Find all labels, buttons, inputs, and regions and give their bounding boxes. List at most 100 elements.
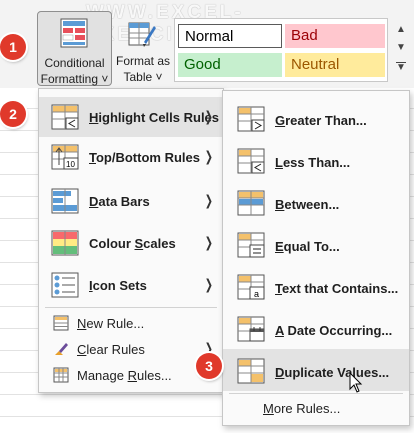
icon-sets-icon — [51, 272, 79, 298]
menu-label: Clear Rules — [77, 342, 145, 357]
menu-item-clear-rules[interactable]: Clear Rules ❯ — [39, 337, 223, 361]
label-rest: ess Than... — [282, 155, 351, 170]
format-as-table-label-2: Table ˅ — [123, 70, 163, 84]
label-rest: con Sets — [92, 278, 147, 293]
highlight-cells-rules-submenu: Greater Than... Less Than... Between... — [222, 90, 410, 426]
format-as-table-icon — [128, 22, 156, 47]
menu-label: A Date Occurring... — [275, 323, 392, 338]
mouse-pointer-icon — [349, 372, 363, 393]
mnemonic: G — [275, 113, 286, 128]
conditional-formatting-button[interactable]: Conditional Formatting ˅ — [37, 11, 112, 86]
menu-label: Greater Than... — [275, 113, 367, 128]
label-rest: ew Rule... — [86, 316, 145, 331]
menu-label: Colour Scales — [89, 236, 176, 251]
label-rest: ext that Contains... — [281, 281, 399, 296]
mnemonic: N — [77, 316, 87, 331]
menu-item-top-bottom-rules[interactable]: 10 Top/Bottom Rules ❯ — [39, 137, 223, 177]
label-rest: uplicate Values... — [284, 365, 390, 380]
text-contains-icon: a — [237, 274, 265, 300]
menu-label: Data Bars — [89, 194, 150, 209]
chevron-up-icon[interactable]: ▲ — [396, 24, 406, 38]
menu-label: Top/Bottom Rules — [89, 150, 200, 165]
label-rest: ules... — [136, 368, 172, 383]
chevron-down-icon[interactable]: ▼ — [396, 42, 406, 56]
label-rest: lear Rules — [86, 342, 145, 357]
conditional-formatting-menu: Highlight Cells Rules ❯ 10 Top/Bottom Ru… — [38, 88, 224, 393]
label-rest: Date Occurring... — [283, 323, 393, 338]
format-as-table-label: Format as — [115, 54, 170, 68]
submenu-item-duplicate-values[interactable]: Duplicate Values... — [223, 349, 409, 391]
menu-label: Icon Sets — [89, 278, 147, 293]
mnemonic: A — [275, 323, 284, 338]
label-rest: qual To... — [283, 239, 340, 254]
menu-item-icon-sets[interactable]: Icon Sets ❯ — [39, 265, 223, 305]
top-bottom-icon: 10 — [51, 144, 79, 170]
menu-item-colour-scales[interactable]: Colour Scales ❯ — [39, 223, 223, 263]
label-rest: reater Than... — [285, 113, 367, 128]
submenu-item-text-that-contains[interactable]: a Text that Contains... — [223, 265, 409, 307]
menu-item-highlight-cells-rules[interactable]: Highlight Cells Rules ❯ — [39, 97, 223, 137]
menu-separator — [45, 307, 217, 308]
chevron-right-icon: ❯ — [205, 108, 214, 124]
svg-text:a: a — [254, 289, 259, 299]
conditional-formatting-label: Conditional — [44, 56, 105, 70]
submenu-item-greater-than[interactable]: Greater Than... — [223, 97, 409, 139]
menu-label: Less Than... — [275, 155, 350, 170]
new-rule-icon — [53, 315, 69, 331]
style-good[interactable]: Good — [178, 53, 282, 77]
label-rest: etween... — [284, 197, 340, 212]
chevron-right-icon: ❯ — [205, 276, 214, 292]
step-badge-2: 2 — [0, 101, 26, 127]
less-than-icon — [237, 148, 265, 174]
submenu-item-a-date-occurring[interactable]: A Date Occurring... — [223, 307, 409, 349]
menu-label: New Rule... — [77, 316, 144, 331]
menu-item-data-bars[interactable]: Data Bars ❯ — [39, 181, 223, 221]
submenu-item-more-rules[interactable]: More Rules... — [223, 395, 409, 421]
mnemonic: C — [77, 342, 87, 357]
manage-rules-icon — [53, 367, 69, 383]
between-icon — [237, 190, 265, 216]
format-as-table-button[interactable]: Format as Table ˅ — [114, 18, 172, 84]
chevron-right-icon: ❯ — [205, 148, 214, 164]
menu-label: More Rules... — [263, 401, 340, 416]
style-neutral[interactable]: Neutral — [285, 53, 385, 77]
greater-than-icon — [237, 106, 265, 132]
mnemonic: E — [275, 239, 284, 254]
submenu-item-equal-to[interactable]: Equal To... — [223, 223, 409, 265]
label-prefix: Manage — [77, 368, 128, 383]
mnemonic: B — [275, 197, 285, 212]
menu-label: Between... — [275, 197, 339, 212]
style-bad[interactable]: Bad — [285, 24, 385, 48]
label-rest: op/Bottom Rules — [95, 150, 200, 165]
submenu-item-less-than[interactable]: Less Than... — [223, 139, 409, 181]
label-rest: ore Rules... — [273, 401, 341, 416]
mnemonic: T — [89, 150, 96, 165]
mnemonic: L — [275, 155, 283, 170]
gallery-more-icon[interactable]: ▼ — [396, 62, 406, 74]
cell-styles-gallery: Normal Bad Good Neutral — [174, 18, 388, 82]
menu-separator — [229, 393, 403, 394]
menu-label: Manage Rules... — [77, 368, 172, 383]
date-occurring-icon — [237, 316, 265, 342]
menu-item-new-rule[interactable]: New Rule... — [39, 311, 223, 335]
menu-label: Duplicate Values... — [275, 365, 389, 380]
mnemonic: M — [263, 401, 274, 416]
chevron-right-icon: ❯ — [205, 192, 214, 208]
menu-label: Text that Contains... — [275, 281, 398, 296]
conditional-formatting-icon — [60, 18, 88, 48]
mnemonic: R — [127, 368, 137, 383]
colour-scales-icon — [51, 230, 79, 256]
duplicate-values-icon — [237, 358, 265, 384]
style-normal[interactable]: Normal — [178, 24, 282, 48]
mnemonic: S — [134, 236, 144, 251]
data-bars-icon — [51, 188, 79, 214]
step-badge-3: 3 — [196, 353, 222, 379]
chevron-right-icon: ❯ — [205, 234, 214, 250]
ribbon: WWW.EXCEL-EXERCISE.COM Conditional Forma… — [0, 0, 414, 88]
mnemonic: D — [275, 365, 285, 380]
label-rest: ighlight Cells Rules — [98, 110, 220, 125]
submenu-item-between[interactable]: Between... — [223, 181, 409, 223]
highlight-cells-icon — [51, 104, 79, 130]
mnemonic: T — [275, 281, 282, 296]
label-rest: ata Bars — [98, 194, 150, 209]
